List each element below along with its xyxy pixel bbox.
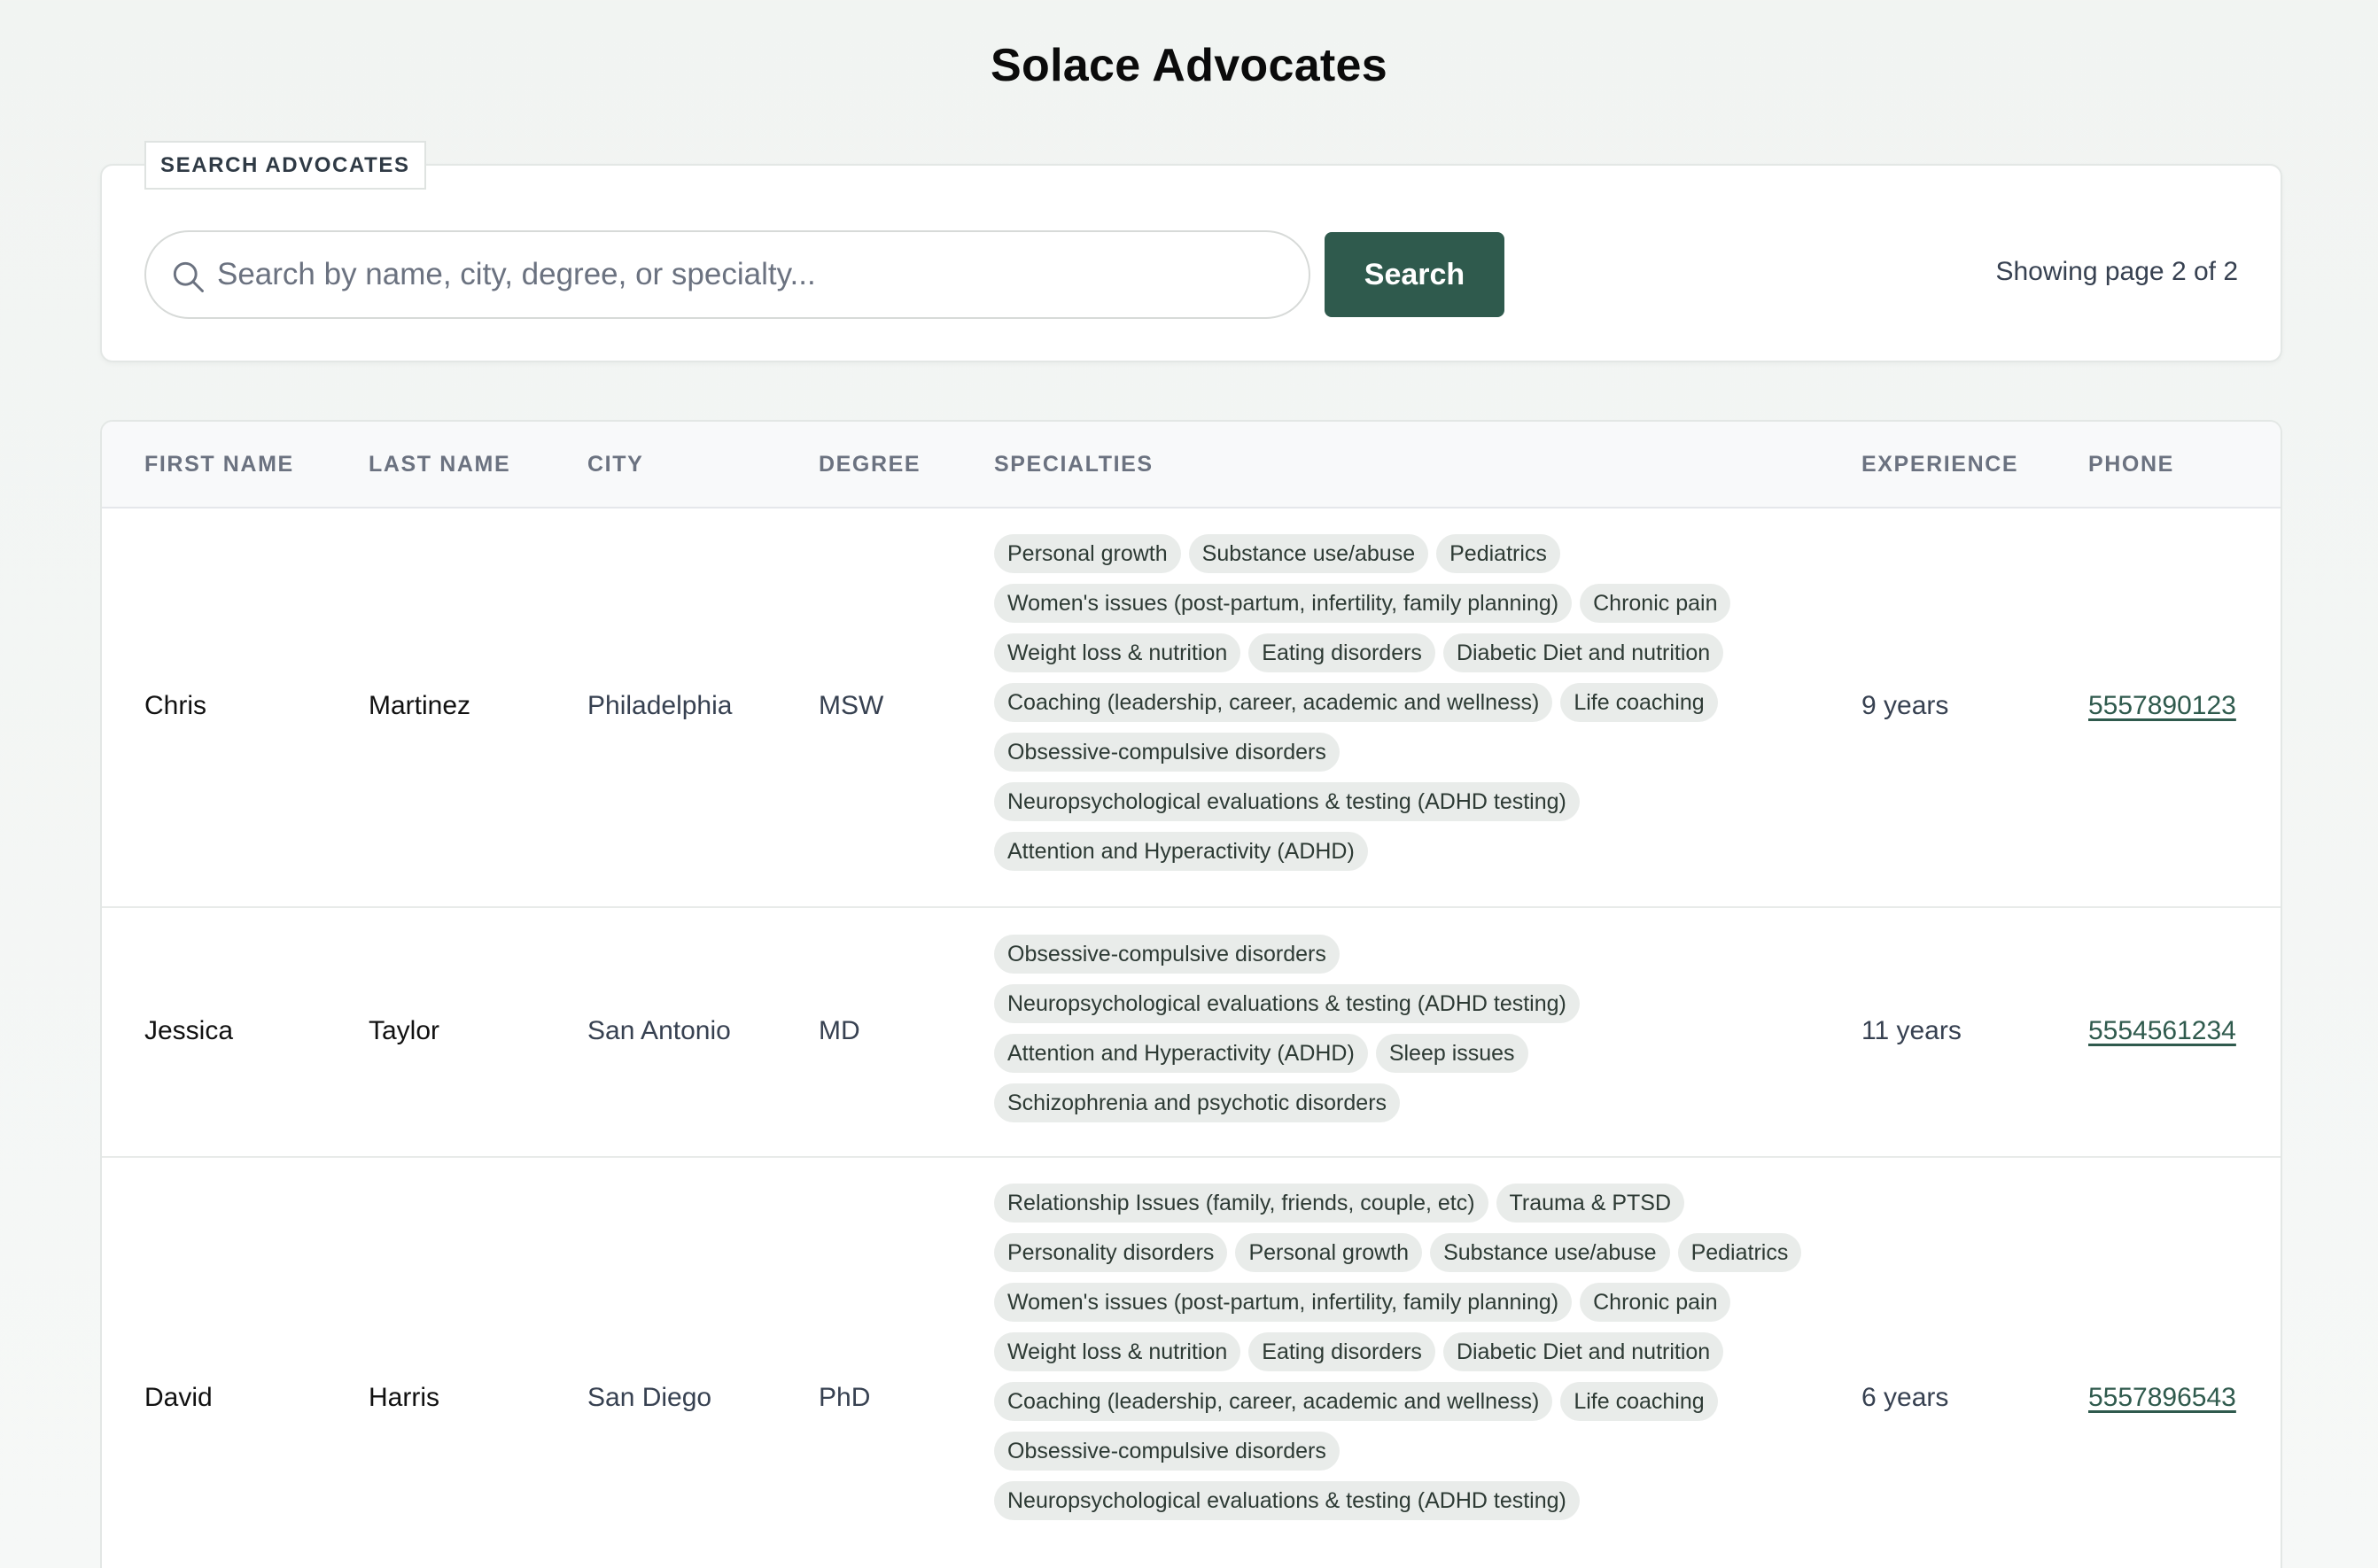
specialty-tag: Relationship Issues (family, friends, co…: [994, 1184, 1488, 1223]
specialties-list: Personal growth Substance use/abuse Pedi…: [994, 534, 1818, 871]
table-row: Chris Martinez Philadelphia MSW Personal…: [102, 508, 2281, 908]
phone-link[interactable]: 5554561234: [2088, 1016, 2236, 1046]
header-last-name: LAST NAME: [369, 452, 511, 477]
specialty-tag: Neuropsychological evaluations & testing…: [994, 984, 1580, 1023]
search-box[interactable]: [144, 230, 1310, 319]
first-name-cell: Jessica: [144, 1016, 234, 1045]
specialty-tag: Weight loss & nutrition: [994, 1332, 1241, 1371]
specialty-tag: Coaching (leadership, career, academic a…: [994, 683, 1553, 722]
degree-cell: MD: [819, 1016, 860, 1045]
page-title: Solace Advocates: [991, 40, 1387, 91]
first-name-cell: David: [144, 1383, 213, 1412]
specialties-list: Obsessive-compulsive disorders Neuropsyc…: [994, 935, 1818, 1122]
header-specialties: SPECIALTIES: [994, 452, 1154, 477]
header-experience: EXPERIENCE: [1861, 452, 2019, 477]
specialty-tag: Personality disorders: [994, 1233, 1228, 1272]
phone-link[interactable]: 5557896543: [2088, 1383, 2236, 1413]
specialty-tag: Attention and Hyperactivity (ADHD): [994, 1034, 1368, 1073]
first-name-cell: Chris: [144, 691, 207, 720]
specialty-tag: Obsessive-compulsive disorders: [994, 935, 1340, 974]
header-first-name: FIRST NAME: [144, 452, 294, 477]
header-degree: DEGREE: [819, 452, 921, 477]
search-button[interactable]: Search: [1325, 232, 1504, 317]
specialty-tag: Pediatrics: [1677, 1233, 1802, 1272]
specialty-tag: Eating disorders: [1248, 633, 1435, 672]
specialties-list: Relationship Issues (family, friends, co…: [994, 1184, 1818, 1520]
search-input[interactable]: [217, 232, 1280, 317]
experience-cell: 11 years: [1861, 1016, 1962, 1045]
specialty-tag: Neuropsychological evaluations & testing…: [994, 1481, 1580, 1520]
experience-cell: 9 years: [1861, 691, 1949, 720]
table-row: David Harris San Diego PhD Relationship …: [102, 1158, 2281, 1568]
experience-cell: 6 years: [1861, 1383, 1949, 1412]
specialty-tag: Women's issues (post-partum, infertility…: [994, 1283, 1573, 1322]
specialty-tag: Schizophrenia and psychotic disorders: [994, 1083, 1401, 1122]
specialty-tag: Obsessive-compulsive disorders: [994, 1432, 1340, 1471]
specialty-tag: Trauma & PTSD: [1496, 1184, 1684, 1223]
specialty-tag: Sleep issues: [1375, 1034, 1528, 1073]
specialty-tag: Diabetic Diet and nutrition: [1442, 1332, 1724, 1371]
specialty-tag: Personal growth: [1235, 1233, 1423, 1272]
specialty-tag: Attention and Hyperactivity (ADHD): [994, 832, 1368, 871]
specialty-tag: Substance use/abuse: [1188, 534, 1429, 573]
specialty-tag: Chronic pain: [1580, 1283, 1731, 1322]
degree-cell: PhD: [819, 1383, 871, 1412]
header-phone: PHONE: [2088, 452, 2174, 477]
city-cell: Philadelphia: [587, 691, 733, 720]
specialty-tag: Obsessive-compulsive disorders: [994, 733, 1340, 772]
last-name-cell: Harris: [369, 1383, 439, 1412]
last-name-cell: Martinez: [369, 691, 471, 720]
table-row: Jessica Taylor San Antonio MD Obsessive-…: [102, 908, 2281, 1158]
table-header: FIRST NAME LAST NAME CITY DEGREE SPECIAL…: [102, 422, 2281, 508]
specialty-tag: Women's issues (post-partum, infertility…: [994, 584, 1573, 623]
city-cell: San Diego: [587, 1383, 712, 1412]
specialty-tag: Neuropsychological evaluations & testing…: [994, 782, 1580, 821]
specialty-tag: Diabetic Diet and nutrition: [1442, 633, 1724, 672]
specialty-tag: Personal growth: [994, 534, 1181, 573]
degree-cell: MSW: [819, 691, 884, 720]
specialty-tag: Coaching (leadership, career, academic a…: [994, 1382, 1553, 1421]
specialty-tag: Life coaching: [1560, 683, 1718, 722]
phone-link[interactable]: 5557890123: [2088, 691, 2236, 721]
advocates-table: FIRST NAME LAST NAME CITY DEGREE SPECIAL…: [100, 420, 2282, 1568]
specialty-tag: Weight loss & nutrition: [994, 633, 1241, 672]
last-name-cell: Taylor: [369, 1016, 440, 1045]
specialty-tag: Pediatrics: [1436, 534, 1560, 573]
pagination-status: Showing page 2 of 2: [1995, 257, 2238, 286]
search-icon: [173, 261, 204, 292]
specialty-tag: Substance use/abuse: [1430, 1233, 1670, 1272]
city-cell: San Antonio: [587, 1016, 731, 1045]
specialty-tag: Eating disorders: [1248, 1332, 1435, 1371]
specialty-tag: Chronic pain: [1580, 584, 1731, 623]
search-section-legend: SEARCH ADVOCATES: [144, 141, 426, 190]
specialty-tag: Life coaching: [1560, 1382, 1718, 1421]
header-city: CITY: [587, 452, 644, 477]
